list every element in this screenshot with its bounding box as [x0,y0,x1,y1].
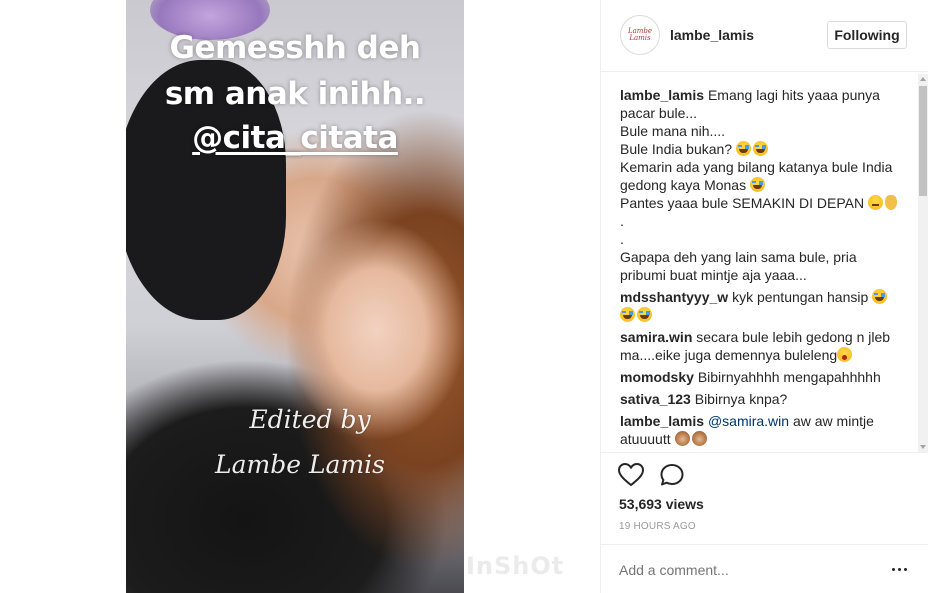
caption-line-11: pribumi buat mintje aja yaaa... [620,267,807,283]
laughing-emoji-icon [749,177,765,192]
laughing-emoji-icon [752,141,768,156]
comment-text: aw aw mintje [792,413,874,429]
scroll-up-arrow-icon[interactable] [918,74,928,84]
avatar[interactable]: Lambe Lamis [620,15,660,55]
caption-line-4-text: Bule India bukan? [620,141,733,157]
caption-line-7: Pantes yaaa bule SEMAKIN DI DEPAN [620,194,910,212]
avatar-logo-text: Lambe Lamis [627,27,653,42]
caption-line-10: Gapapa deh yang lain sama bule, pria [620,249,857,265]
caption-line-6: gedong kaya Monas [620,176,910,194]
ok-hand-emoji-icon [884,195,897,210]
comment-item: lambe_lamis @samira.win aw aw mintje atu… [620,412,910,448]
story-mention-text: @cita_citata [192,120,398,156]
caption-line-2: pacar bule... [620,105,698,121]
flushed-emoji-icon [837,347,853,362]
caption-line-3: Bule mana nih.... [620,123,726,139]
author-username[interactable]: lambe_lamis [670,27,754,43]
caption-username[interactable]: lambe_lamis [620,87,704,103]
laughing-emoji-icon [637,307,652,322]
caption-line-7-text: Pantes yaaa bule SEMAKIN DI DEPAN [620,195,865,211]
comment-item: sativa_123 Bibirnya knpa? [620,390,910,408]
heart-icon[interactable] [618,463,644,487]
view-count: 53,693 views [619,496,704,512]
comments-list: lambe_lamis Emang lagi hits yaaa punya p… [620,86,910,450]
scrollbar-thumb[interactable] [919,86,927,196]
laughing-emoji-icon [872,289,888,304]
edited-by-watermark: Edited by [249,405,371,434]
caption-line-1: Emang lagi hits yaaa punya [707,87,880,103]
unamused-emoji-icon [867,195,883,210]
comment-text-line-2-text: atuuuutt [620,431,671,447]
comment-mention-link[interactable]: @samira.win [708,413,789,429]
story-caption-line-1: Gemesshh deh [169,30,421,66]
comment-username[interactable]: samira.win [620,329,692,345]
comment-text: secara bule lebih gedong n jleb [696,329,891,345]
laughing-emoji-icon [620,307,635,322]
actions-divider [601,452,928,453]
post-header: Lambe Lamis lambe_lamis Following [601,0,928,72]
following-button[interactable]: Following [827,21,907,49]
lambe-lamis-watermark: Lambe Lamis [215,450,385,479]
comment-item: momodsky Bibirnyahhhh mengapahhhhh [620,368,910,386]
comment-bubble-icon[interactable] [659,463,685,487]
more-dot [892,568,895,571]
scroll-down-arrow-icon[interactable] [918,442,928,452]
story-caption-line-2: sm anak inihh.. [164,76,426,112]
comment-username[interactable]: mdsshantyyy_w [620,289,728,305]
more-dot [904,568,907,571]
caption-line-8: . [620,213,624,229]
caption-line-9: . [620,231,624,247]
comment-text: kyk pentungan hansip [732,289,869,305]
comment-username[interactable]: momodsky [620,369,694,385]
comment-text: Bibirnyahhhh mengapahhhhh [697,369,881,385]
post-video[interactable]: Gemesshh deh sm anak inihh.. @cita_citat… [126,0,464,593]
post-media-area: Gemesshh deh sm anak inihh.. @cita_citat… [0,0,600,593]
monkey-emoji-icon [674,431,690,446]
laughing-emoji-icon [735,141,751,156]
more-dot [898,568,901,571]
comment-item: samira.win secara bule lebih gedong n jl… [620,328,910,364]
comment-text-line-2: atuuuutt [620,430,910,448]
comment-text: Bibirnya knpa? [694,391,788,407]
comment-emoji-line [620,306,910,324]
caption-line-5: Kemarin ada yang bilang katanya bule Ind… [620,159,893,175]
monkey-emoji-icon [691,431,707,446]
caption: lambe_lamis Emang lagi hits yaaa punya p… [620,86,910,284]
more-options-icon[interactable] [890,559,910,579]
comment-username[interactable]: lambe_lamis [620,413,704,429]
caption-line-6-text: gedong kaya Monas [620,177,747,193]
comments-scrollbar[interactable] [918,74,928,452]
inshot-watermark: InShOt [466,552,565,580]
add-comment-bar [600,544,928,593]
comment-text-line-2: ma....eike juga demennya buleleng [620,346,910,364]
comment-text-line-2-text: ma....eike juga demennya buleleng [620,347,838,363]
story-caption-mention: @cita_citata [126,120,464,156]
post-timestamp[interactable]: 19 HOURS AGO [619,521,696,532]
add-comment-input[interactable] [619,562,879,578]
comment-item: mdsshantyyy_w kyk pentungan hansip [620,288,910,324]
caption-line-4: Bule India bukan? [620,140,910,158]
comment-username[interactable]: sativa_123 [620,391,691,407]
